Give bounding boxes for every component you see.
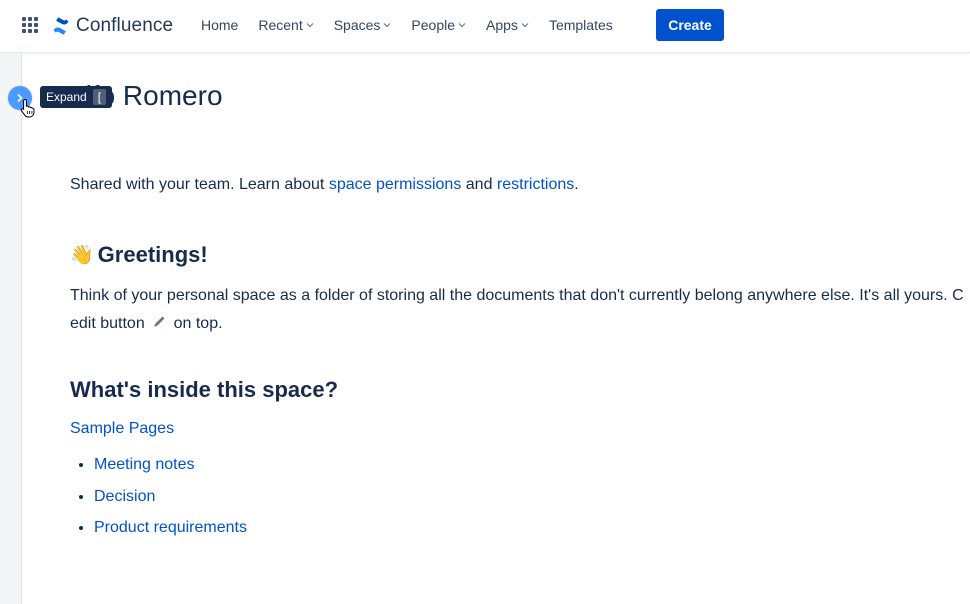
primary-nav: Home Recent Spaces People Apps Templates [191, 9, 623, 41]
nav-spaces[interactable]: Spaces [324, 9, 402, 41]
nav-recent[interactable]: Recent [248, 9, 323, 41]
app-switcher-icon[interactable] [22, 17, 38, 33]
nav-home-label: Home [201, 17, 239, 33]
pointer-cursor-icon [20, 98, 35, 118]
waving-hand-icon: 👋 [70, 245, 94, 266]
list-item: Meeting notes [94, 456, 247, 488]
list-item: Decision [94, 488, 247, 520]
nav-people[interactable]: People [401, 9, 476, 41]
top-navigation: Confluence Home Recent Spaces People App… [0, 0, 970, 53]
restrictions-link[interactable]: restrictions [497, 176, 574, 193]
intro-suffix: . [574, 176, 579, 193]
intro-middle: and [461, 176, 497, 193]
list-item: Product requirements [94, 519, 247, 551]
nav-apps[interactable]: Apps [476, 9, 539, 41]
nav-recent-label: Recent [258, 17, 303, 33]
sample-pages-list: Meeting notes Decision Product requireme… [70, 456, 247, 551]
greetings-heading: 👋 Greetings! [70, 242, 208, 268]
sample-pages-link[interactable]: Sample Pages [70, 420, 174, 438]
intro-text: Shared with your team. Learn about space… [70, 176, 579, 194]
intro-prefix: Shared with your team. Learn about [70, 176, 329, 193]
chevron-down-icon [306, 23, 314, 28]
brand-name: Confluence [76, 15, 174, 36]
collapsed-sidebar [0, 53, 22, 604]
nav-home[interactable]: Home [191, 9, 248, 41]
nav-templates-label: Templates [548, 17, 613, 33]
expand-tooltip: Expand [ [40, 86, 113, 108]
create-button[interactable]: Create [656, 9, 724, 41]
nav-apps-label: Apps [486, 17, 518, 33]
whats-inside-heading: What's inside this space? [70, 377, 339, 402]
paragraph-line-2: edit button on top. [70, 310, 970, 338]
personal-space-paragraph: Think of your personal space as a folder… [70, 282, 970, 338]
nav-templates[interactable]: Templates [539, 9, 623, 41]
greetings-text: Greetings! [97, 242, 208, 267]
chevron-down-icon [383, 23, 391, 28]
chevron-down-icon [458, 23, 466, 28]
confluence-logo[interactable]: Confluence [52, 14, 173, 38]
meeting-notes-link[interactable]: Meeting notes [94, 456, 195, 473]
paragraph-line-1-text: Think of your personal space as a folder… [70, 287, 964, 304]
paragraph-line-1: Think of your personal space as a folder… [70, 282, 970, 310]
tooltip-text: Expand [46, 90, 87, 104]
pencil-icon [154, 316, 165, 327]
keyboard-shortcut: [ [92, 89, 107, 105]
space-permissions-link[interactable]: space permissions [329, 176, 462, 193]
product-requirements-link[interactable]: Product requirements [94, 519, 247, 536]
nav-spaces-label: Spaces [333, 17, 381, 33]
chevron-down-icon [521, 23, 529, 28]
nav-people-label: People [411, 17, 456, 33]
decision-link[interactable]: Decision [94, 488, 155, 505]
confluence-logo-icon [53, 17, 69, 35]
paragraph-line-2-after: on top. [169, 315, 223, 332]
paragraph-line-2-before: edit button [70, 315, 150, 332]
